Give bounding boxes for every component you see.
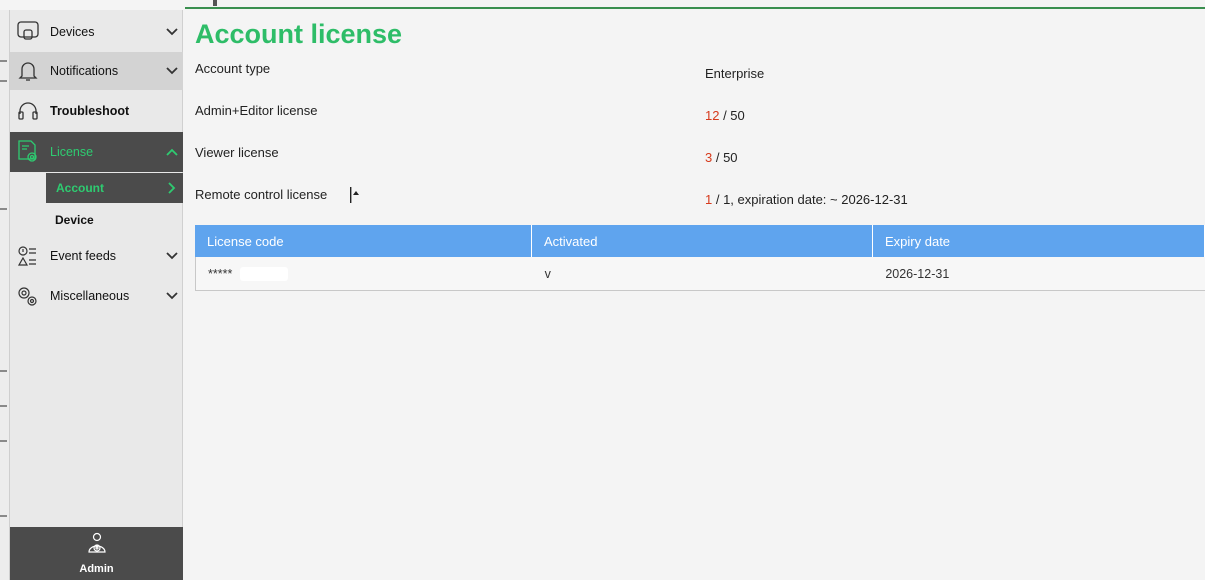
page-title: Account license xyxy=(195,19,403,49)
admin-editor-license-value: 12 / 50 xyxy=(705,108,745,123)
column-header-expiry-date[interactable]: Expiry date xyxy=(873,225,1205,257)
viewer-license-label: Viewer license xyxy=(195,145,279,160)
edge-tick xyxy=(0,440,7,442)
left-edge-strip xyxy=(0,10,10,580)
sidebar-item-troubleshoot[interactable]: Troubleshoot xyxy=(10,92,183,130)
table-row[interactable]: ***** v 2026-12-31 xyxy=(195,257,1205,291)
sidebar-item-label: Miscellaneous xyxy=(50,289,130,303)
redaction-mask xyxy=(240,266,289,281)
admin-editor-total: / 50 xyxy=(719,108,745,123)
admin-button[interactable]: Admin xyxy=(10,527,183,580)
bell-icon xyxy=(14,57,42,85)
chevron-down-icon xyxy=(161,292,183,300)
sidebar-item-label: Event feeds xyxy=(50,249,117,263)
expiry-date-cell: 2026-12-31 xyxy=(885,266,950,281)
event-feeds-icon xyxy=(14,242,42,270)
license-code-cell: ***** xyxy=(196,257,533,290)
sidebar-item-devices[interactable]: Devices xyxy=(10,13,183,51)
sidebar: Devices Notifications Troubleshoot Licen… xyxy=(10,10,183,580)
account-type-label: Account type xyxy=(195,61,271,76)
sidebar-item-label: Devices xyxy=(50,25,95,39)
activated-cell: v xyxy=(544,266,551,281)
edge-tick xyxy=(0,60,7,62)
remote-control-license-value: 1 / 1, expiration date: ~ 2026-12-31 xyxy=(705,192,908,207)
sidebar-subitem-account[interactable]: Account xyxy=(46,173,183,203)
account-type-value: Enterprise xyxy=(705,66,765,81)
edge-tick xyxy=(0,208,7,210)
top-mark xyxy=(213,0,217,6)
sidebar-subitem-label: Device xyxy=(55,213,94,227)
top-strip xyxy=(0,0,1205,10)
edge-tick xyxy=(0,80,7,82)
edge-tick xyxy=(0,405,7,407)
column-header-license-code[interactable]: License code xyxy=(195,225,532,257)
edge-tick xyxy=(0,515,7,517)
license-code-masked: ***** xyxy=(208,266,233,281)
sidebar-subitem-label: Account xyxy=(56,181,104,195)
gears-icon xyxy=(14,282,42,310)
sidebar-item-label: License xyxy=(50,145,94,159)
device-screen-icon xyxy=(14,18,42,46)
license-doc-icon xyxy=(14,138,42,166)
chevron-down-icon xyxy=(161,28,183,36)
sidebar-item-miscellaneous[interactable]: Miscellaneous xyxy=(10,278,183,314)
table-header: License code Activated Expiry date xyxy=(195,225,1205,257)
sidebar-item-label: Troubleshoot xyxy=(50,104,130,118)
column-header-activated[interactable]: Activated xyxy=(532,225,873,257)
sidebar-item-notifications[interactable]: Notifications xyxy=(10,52,183,90)
headset-icon xyxy=(14,97,42,125)
text-cursor-icon xyxy=(350,187,359,203)
edge-tick xyxy=(0,370,7,372)
admin-user-icon xyxy=(86,532,108,561)
license-table: License code Activated Expiry date *****… xyxy=(195,225,1205,291)
sidebar-item-label: Notifications xyxy=(50,64,119,78)
admin-editor-license-label: Admin+Editor license xyxy=(195,103,318,118)
viewer-total: / 50 xyxy=(712,150,738,165)
sidebar-subitem-device[interactable]: Device xyxy=(10,205,183,235)
sidebar-item-license[interactable]: License xyxy=(10,132,183,172)
app-window: Devices Notifications Troubleshoot Licen… xyxy=(0,0,1205,580)
admin-editor-used-count: 12 xyxy=(705,108,720,123)
chevron-down-icon xyxy=(161,67,183,75)
admin-label: Admin xyxy=(79,563,114,575)
top-divider xyxy=(185,7,1205,9)
viewer-license-value: 3 / 50 xyxy=(705,150,738,165)
sidebar-item-event-feeds[interactable]: Event feeds xyxy=(10,236,183,276)
chevron-right-icon xyxy=(161,182,183,194)
chevron-up-icon xyxy=(161,148,183,156)
chevron-down-icon xyxy=(161,252,183,260)
remote-details: / 1, expiration date: ~ 2026-12-31 xyxy=(712,192,908,207)
remote-control-license-label: Remote control license xyxy=(195,187,328,202)
